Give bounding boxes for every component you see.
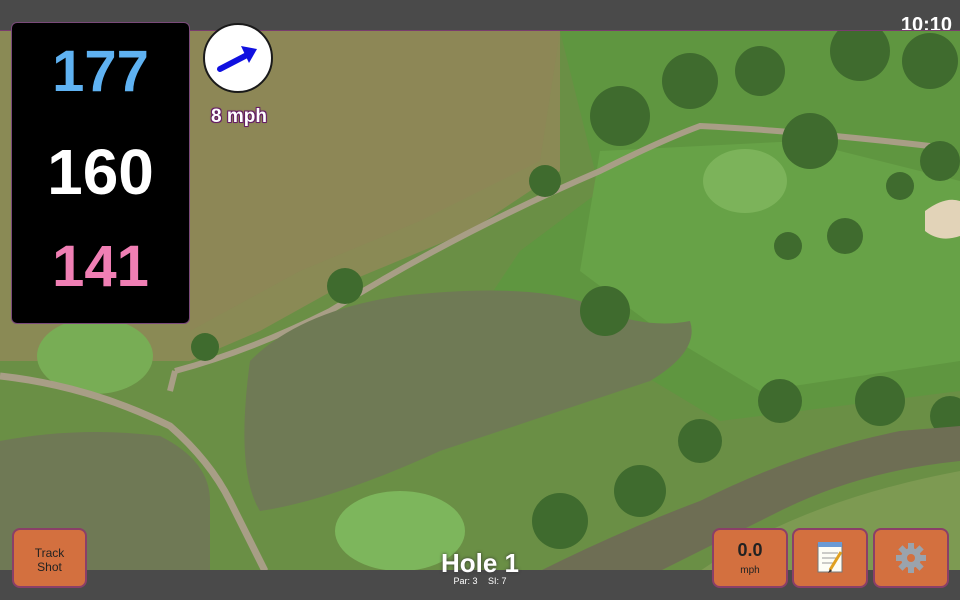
hole-title: Hole 1 [440,548,520,578]
wind-speed: 8 mph [211,106,267,127]
distance-back: 177 [52,39,149,104]
track-shot-button[interactable]: Track Shot [12,528,87,588]
distance-front: 141 [52,234,149,299]
speed-unit: mph [740,565,760,576]
notes-button[interactable] [792,528,868,588]
speed-value: 0.0 [737,540,763,560]
hole-info: Par: 3 SI: 7 [380,576,580,586]
speed-button[interactable]: 0.0 mph [712,528,788,588]
wind-indicator [203,23,273,93]
distance-panel: 177 160 141 [11,22,190,324]
gear-icon [896,543,926,573]
settings-button[interactable] [873,528,949,588]
hole-si: SI: 7 [488,576,507,586]
notepad-icon [817,542,843,573]
wind-arrow-icon [217,46,257,72]
track-shot-label-1: Track [34,546,65,560]
track-shot-label-2: Shot [37,560,62,574]
distance-middle: 160 [47,136,154,208]
hole-par: Par: 3 [453,576,478,586]
